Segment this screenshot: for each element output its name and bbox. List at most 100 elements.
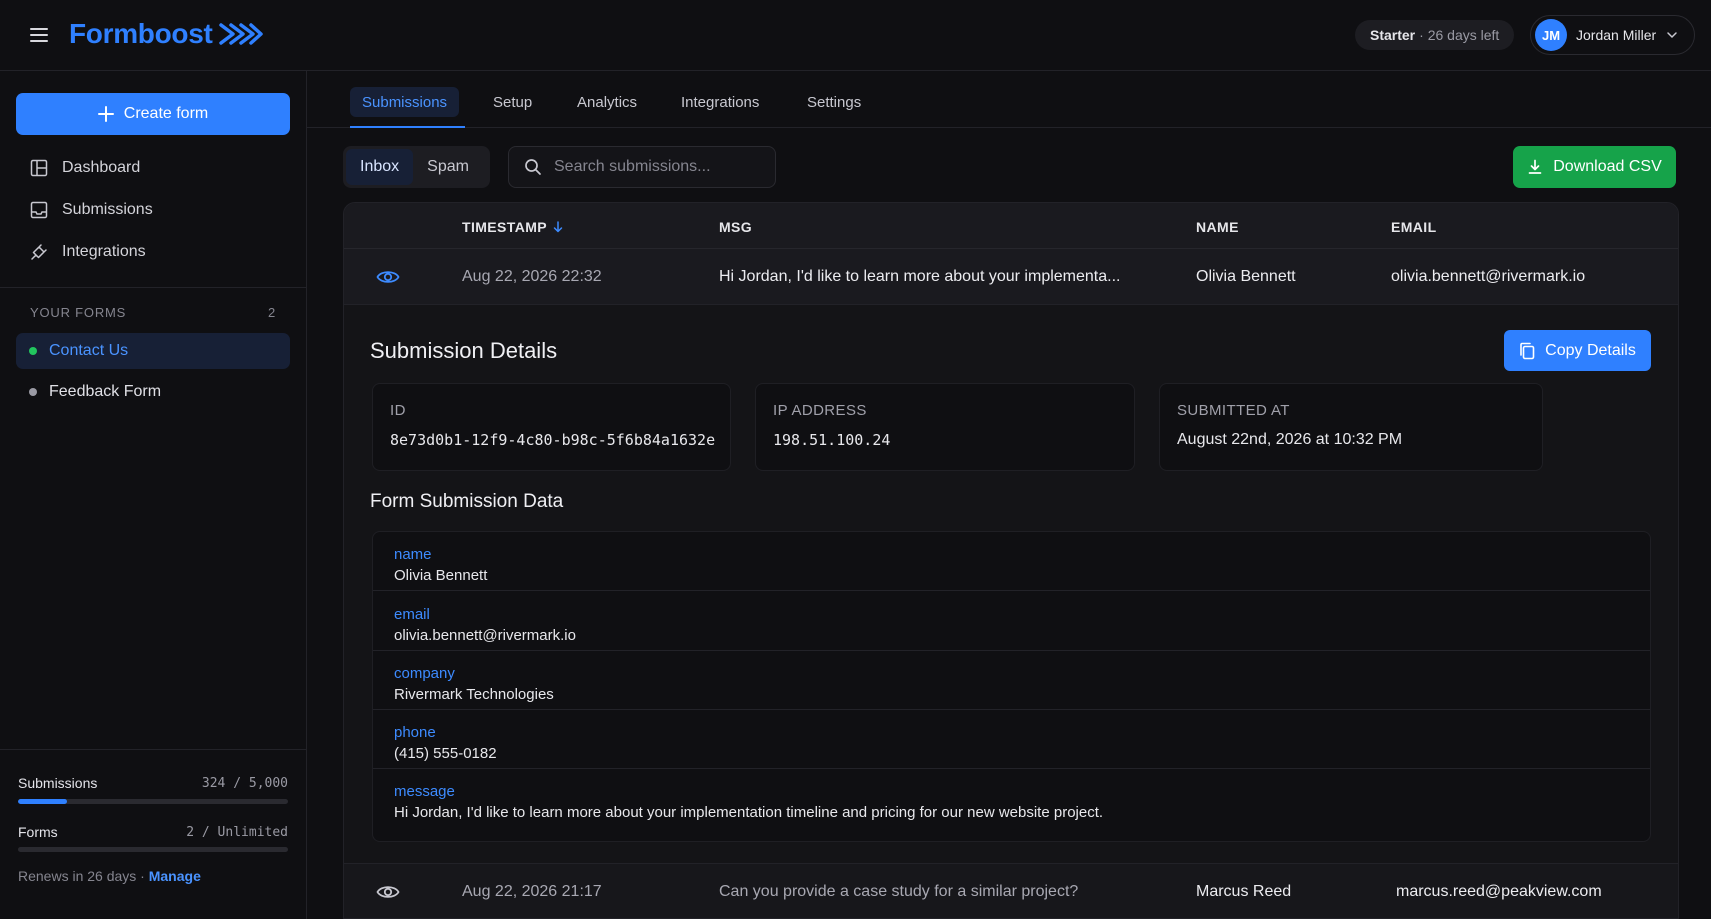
submissions-table: TIMESTAMP MSG NAME EMAIL Aug 22, 2026 22… [343,202,1679,919]
logo[interactable]: Formboost [69,18,263,50]
sidebar-item-label: Integrations [62,243,146,260]
name-cell: Marcus Reed [1196,883,1292,900]
field-value: Hi Jordan, I'd like to learn more about … [394,804,1104,821]
your-forms-label: YOUR FORMS [30,305,127,320]
submitted-at-value: August 22nd, 2026 at 10:32 PM [1177,431,1403,448]
tab-integrations[interactable]: Integrations [669,87,771,117]
plus-icon [97,106,114,122]
field-key: message [394,783,455,800]
inbox-icon [30,201,48,219]
submission-details-title: Submission Details [370,338,558,363]
id-label: ID [390,402,406,419]
sidebar: Create form Dashboard Submissions Integr… [0,71,307,919]
name-column-header[interactable]: NAME [1196,219,1239,235]
copy-icon [1520,342,1535,359]
forms-usage: Forms 2 / Unlimited [18,824,288,840]
inbox-toggle[interactable]: Inbox [346,149,414,185]
spam-toggle[interactable]: Spam [413,149,483,185]
name-cell: Olivia Bennett [1196,268,1296,285]
layout-icon [30,159,48,177]
field-value: Rivermark Technologies [394,686,554,703]
field-value: olivia.bennett@rivermark.io [394,627,576,644]
sidebar-item-integrations[interactable]: Integrations [16,234,290,270]
field-row-name: name Olivia Bennett [373,532,1650,591]
renew-text: Renews in 26 days · Manage [18,868,201,884]
email-column-header[interactable]: EMAIL [1391,219,1437,235]
status-dot [29,347,37,355]
tab-submissions[interactable]: Submissions [350,87,460,117]
id-value: 8e73d0b1-12f9-4c80-b98c-5f6b84a1632e [390,431,716,449]
ip-address-label: IP ADDRESS [773,402,867,419]
top-bar: Formboost Starter · 26 days left JM Jord… [0,0,1711,71]
user-menu[interactable]: JM Jordan Miller [1530,15,1695,55]
sidebar-divider [0,287,306,288]
forms-count: 2 [267,305,276,320]
active-tab-indicator [350,126,465,128]
form-submission-data-title: Form Submission Data [370,491,564,512]
submissions-usage-value: 324 / 5,000 [201,775,288,791]
copy-details-label: Copy Details [1545,341,1636,359]
field-row-company: company Rivermark Technologies [373,651,1650,710]
plug-icon [31,244,47,260]
tab-bar: Submissions Setup Analytics Integrations… [307,71,1711,128]
menu-icon[interactable] [30,28,48,42]
download-icon [1528,159,1542,174]
timestamp-cell: Aug 22, 2026 22:32 [462,268,602,285]
download-csv-button[interactable]: Download CSV [1513,146,1676,188]
sidebar-item-label: Dashboard [62,159,141,176]
msg-column-header[interactable]: MSG [719,219,752,235]
avatar: JM [1535,19,1567,51]
eye-icon[interactable] [376,266,400,288]
field-key: name [394,546,432,563]
create-form-label: Create form [123,105,209,122]
forms-usage-label: Forms [18,824,58,840]
inbox-spam-toggle: Inbox Spam [343,146,490,188]
status-dot [29,388,37,396]
table-row[interactable]: Aug 22, 2026 22:32 Hi Jordan, I'd like t… [344,249,1678,305]
submitted-at-label: SUBMITTED AT [1177,402,1290,419]
field-value: Olivia Bennett [394,567,488,584]
field-row-phone: phone (415) 555-0182 [373,710,1650,769]
table-header: TIMESTAMP MSG NAME EMAIL [344,203,1678,249]
sidebar-item-submissions[interactable]: Submissions [16,192,290,228]
form-fields-list: name Olivia Bennett email olivia.bennett… [372,531,1651,842]
eye-icon[interactable] [376,881,400,903]
submissions-progress-fill [18,799,67,804]
submission-details-panel: Submission Details Copy Details ID 8e73d… [344,305,1678,864]
forms-progress-bar [18,847,288,852]
form-item-contact-us[interactable]: Contact Us [16,333,290,369]
manage-link[interactable]: Manage [149,868,201,884]
search-icon [525,159,541,175]
your-forms-heading: YOUR FORMS 2 [30,305,276,320]
form-item-feedback-form[interactable]: Feedback Form [16,374,290,410]
field-row-email: email olivia.bennett@rivermark.io [373,592,1650,651]
field-key: phone [394,724,436,741]
sidebar-item-label: Submissions [62,201,153,218]
plan-badge[interactable]: Starter · 26 days left [1355,20,1515,50]
tab-settings[interactable]: Settings [795,87,873,117]
field-row-message: message Hi Jordan, I'd like to learn mor… [373,769,1650,828]
ip-address-value: 198.51.100.24 [773,431,891,449]
msg-cell: Hi Jordan, I'd like to learn more about … [719,268,1121,285]
create-form-button[interactable]: Create form [16,93,290,135]
tab-setup[interactable]: Setup [481,87,544,117]
usage-panel: Submissions 324 / 5,000 Forms 2 / Unlimi… [0,749,306,919]
search-input[interactable] [554,158,754,176]
plan-days-left: · 26 days left [1419,27,1500,43]
tab-analytics[interactable]: Analytics [565,87,649,117]
copy-details-button[interactable]: Copy Details [1504,330,1651,371]
timestamp-cell: Aug 22, 2026 21:17 [462,883,602,900]
plan-name: Starter [1370,27,1416,43]
download-csv-label: Download CSV [1553,158,1662,175]
id-card: ID 8e73d0b1-12f9-4c80-b98c-5f6b84a1632e [372,383,731,471]
email-cell: marcus.reed@peakview.com [1396,883,1602,900]
forms-usage-value: 2 / Unlimited [186,824,288,840]
sort-down-icon [553,221,563,233]
sidebar-item-dashboard[interactable]: Dashboard [16,150,290,186]
search-box [508,146,776,188]
table-row[interactable]: Aug 22, 2026 21:17 Can you provide a cas… [344,864,1678,918]
msg-cell: Can you provide a case study for a simil… [719,883,1079,900]
ip-address-card: IP ADDRESS 198.51.100.24 [755,383,1135,471]
timestamp-column-header[interactable]: TIMESTAMP [462,219,563,235]
chevron-down-icon [1667,32,1677,39]
